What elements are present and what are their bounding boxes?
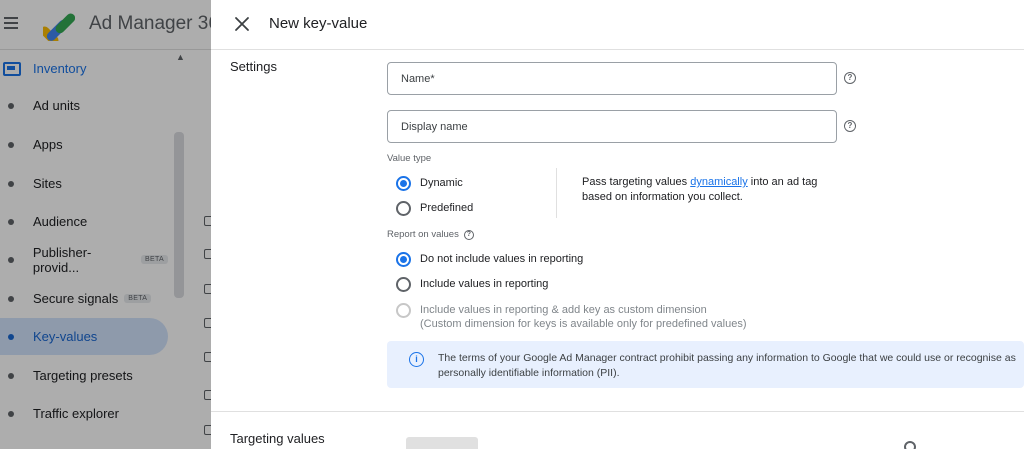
radio-dynamic[interactable]: Dynamic xyxy=(396,176,463,191)
dynamically-link[interactable]: dynamically xyxy=(690,176,747,188)
display-name-field[interactable] xyxy=(387,110,837,143)
search-icon[interactable] xyxy=(904,441,916,449)
panel-header: New key-value xyxy=(211,0,1024,50)
name-field[interactable] xyxy=(387,62,837,95)
radio-unselected-icon[interactable] xyxy=(396,277,411,292)
targeting-values-label: Targeting values xyxy=(230,431,325,446)
help-icon[interactable]: ? xyxy=(844,120,856,132)
radio-include-values[interactable]: Include values in reporting xyxy=(396,277,548,292)
radio-do-not-include[interactable]: Do not include values in reporting xyxy=(396,252,583,267)
name-input[interactable] xyxy=(388,63,836,94)
radio-disabled-icon xyxy=(396,303,411,318)
radio-selected-icon[interactable] xyxy=(396,252,411,267)
new-value-button[interactable] xyxy=(406,437,478,449)
close-icon[interactable] xyxy=(233,15,251,33)
radio-selected-icon[interactable] xyxy=(396,176,411,191)
new-key-value-panel: New key-value Settings ? ? Value type Dy… xyxy=(211,0,1024,449)
radio-predefined[interactable]: Predefined xyxy=(396,201,473,216)
help-icon[interactable]: ? xyxy=(463,229,474,240)
value-type-label: Value type xyxy=(387,153,432,164)
pii-info-banner: i The terms of your Google Ad Manager co… xyxy=(387,341,1024,388)
value-type-description: Pass targeting values dynamically into a… xyxy=(582,176,818,203)
radio-unselected-icon[interactable] xyxy=(396,201,411,216)
section-divider xyxy=(211,411,1024,412)
display-name-input[interactable] xyxy=(388,111,836,142)
settings-section-label: Settings xyxy=(230,59,277,74)
info-icon: i xyxy=(409,352,424,367)
panel-title: New key-value xyxy=(269,15,368,32)
radio-label: Dynamic xyxy=(420,177,463,189)
radio-label: Include values in reporting & add key as… xyxy=(420,304,747,330)
report-on-values-label: Report on values ? xyxy=(387,229,474,240)
pii-info-text: The terms of your Google Ad Manager cont… xyxy=(438,352,1016,379)
help-icon[interactable]: ? xyxy=(844,72,856,84)
radio-label: Include values in reporting xyxy=(420,278,549,290)
vertical-divider xyxy=(556,168,557,218)
radio-label: Do not include values in reporting xyxy=(420,253,584,265)
radio-include-custom-dimension: Include values in reporting & add key as… xyxy=(396,303,747,331)
radio-label: Predefined xyxy=(420,202,474,214)
